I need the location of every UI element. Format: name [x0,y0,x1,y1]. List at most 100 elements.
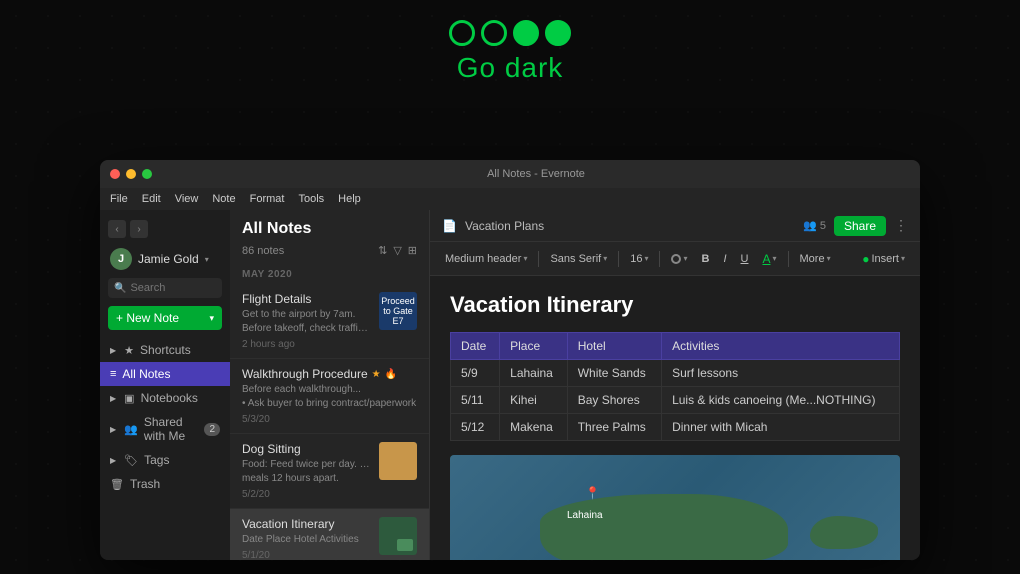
share-count: 👥 5 [803,219,826,232]
menu-edit[interactable]: Edit [142,193,161,205]
forward-button[interactable]: › [130,220,148,238]
insert-button[interactable]: ● Insert ▾ [857,249,910,269]
note-list-header: All Notes 86 notes ⇅ ▽ ⊞ [230,210,429,263]
table-cell-activities: Surf lessons [662,360,900,387]
search-box[interactable]: 🔍 [108,278,222,298]
color-button[interactable]: ▾ [666,251,692,267]
menu-format[interactable]: Format [250,193,285,205]
map-thumbnail [379,517,417,555]
underline-button[interactable]: U [736,250,754,268]
note-title: Dog Sitting [242,442,371,456]
note-list-meta: 86 notes ⇅ ▽ ⊞ [242,244,417,257]
more-button[interactable]: More ▾ [795,250,836,268]
sidebar-item-shared[interactable]: ▶ 👥 Shared with Me 2 [100,410,230,448]
note-thumbnail [379,517,417,555]
note-date: 5/3/20 [242,414,417,425]
sidebar-item-label: All Notes [122,367,170,381]
fire-icon: 🔥 [385,369,397,380]
note-item-vacation[interactable]: Vacation Itinerary Date Place Hotel Acti… [230,509,429,560]
minimize-button[interactable] [126,169,136,179]
date-group: MAY 2020 [230,263,429,284]
text-color-button[interactable]: A ▾ [757,249,781,269]
main-content: ‹ › J Jamie Gold ▾ 🔍 + New Note ▾ ▶ ★ Sh… [100,210,920,560]
menu-view[interactable]: View [175,193,199,205]
menu-file[interactable]: File [110,193,128,205]
user-name: Jamie Gold [138,252,199,266]
toolbar-separator [538,251,539,267]
note-date: 5/1/20 [242,550,371,560]
table-cell-activities: Dinner with Micah [662,414,900,441]
editor-actions: 👥 5 Share ⋮ [803,216,908,236]
table-cell-date: 5/11 [451,387,500,414]
table-cell-place: Kihei [500,387,568,414]
note-title: Vacation Itinerary [242,517,371,531]
tagline-dark: dark [505,52,563,83]
table-cell-hotel: White Sands [567,360,661,387]
editor-note-name: Vacation Plans [465,219,544,233]
note-item-flight[interactable]: Flight Details Get to the airport by 7am… [230,284,429,359]
tagline-prefix: Go [457,52,505,83]
table-header-activities: Activities [662,333,900,360]
sidebar-item-trash[interactable]: 🗑 Trash [100,472,230,496]
format-chevron-icon: ▾ [523,254,527,263]
table-cell-hotel: Three Palms [567,414,661,441]
note-title: Flight Details [242,292,371,306]
text-color-chevron-icon: ▾ [772,254,776,263]
editor-toolbar: Medium header ▾ Sans Serif ▾ 16 ▾ ▾ [430,242,920,276]
user-menu[interactable]: J Jamie Gold ▾ [100,244,230,278]
size-chevron-icon: ▾ [644,254,648,263]
format-dropdown[interactable]: Medium header ▾ [440,250,532,268]
table-cell-hotel: Bay Shores [567,387,661,414]
app-window: All Notes - Evernote File Edit View Note… [100,160,920,560]
sidebar-item-label: Shared with Me [144,415,199,443]
table-row: 5/11 Kihei Bay Shores Luis & kids canoei… [451,387,900,414]
more-chevron-icon: ▾ [827,254,831,263]
logo-circle-4 [545,20,571,46]
note-item-dog[interactable]: Dog Sitting Food: Feed twice per day. Sp… [230,434,429,509]
search-input[interactable] [130,282,216,294]
menu-note[interactable]: Note [212,193,235,205]
sort-icon[interactable]: ⇅ [378,244,387,257]
menu-tools[interactable]: Tools [298,193,324,205]
table-cell-place: Makena [500,414,568,441]
menu-help[interactable]: Help [338,193,361,205]
more-options-button[interactable]: ⋮ [894,217,908,234]
maximize-button[interactable] [142,169,152,179]
sidebar-item-tags[interactable]: ▶ 🏷 Tags [100,448,230,472]
table-cell-date: 5/9 [451,360,500,387]
window-controls [110,169,152,179]
logo [449,20,571,46]
note-content: Vacation Itinerary Date Place Hotel Acti… [242,517,371,560]
note-preview: Before each walkthrough... [242,383,417,397]
note-title: Walkthrough Procedure ★ 🔥 [242,367,417,381]
note-preview-2: meals 12 hours apart. [242,472,371,486]
star-icon: ★ [372,369,381,380]
note-preview: Date Place Hotel Activities [242,533,371,547]
size-dropdown[interactable]: 16 ▾ [625,250,653,268]
sidebar-item-all-notes[interactable]: ≡ All Notes [100,362,230,386]
editor-content[interactable]: Vacation Itinerary Date Place Hotel Acti… [430,276,920,560]
tags-icon: 🏷 [124,454,138,467]
font-dropdown[interactable]: Sans Serif ▾ [545,250,612,268]
back-button[interactable]: ‹ [108,220,126,238]
table-header-place: Place [500,333,568,360]
sidebar-item-shortcuts[interactable]: ▶ ★ Shortcuts [100,338,230,362]
view-icon[interactable]: ⊞ [408,244,417,257]
notebooks-icon: ▣ [124,392,134,405]
logo-circle-2 [481,20,507,46]
bold-button[interactable]: B [697,250,715,268]
new-note-chevron-icon: ▾ [209,313,214,324]
filter-icon[interactable]: ▽ [393,244,401,257]
title-bar: All Notes - Evernote [100,160,920,188]
dog-thumbnail [379,442,417,480]
close-button[interactable] [110,169,120,179]
map-label: Lahaina [567,510,603,521]
sidebar-item-notebooks[interactable]: ▶ ▣ Notebooks [100,386,230,410]
share-button[interactable]: Share [834,216,886,236]
italic-button[interactable]: I [718,250,731,268]
new-note-button[interactable]: + New Note ▾ [108,306,222,330]
note-item-walkthrough[interactable]: Walkthrough Procedure ★ 🔥 Before each wa… [230,359,429,434]
window-title: All Notes - Evernote [162,168,910,180]
note-preview-2: • Ask buyer to bring contract/paperwork [242,397,417,411]
menu-bar: File Edit View Note Format Tools Help [100,188,920,210]
